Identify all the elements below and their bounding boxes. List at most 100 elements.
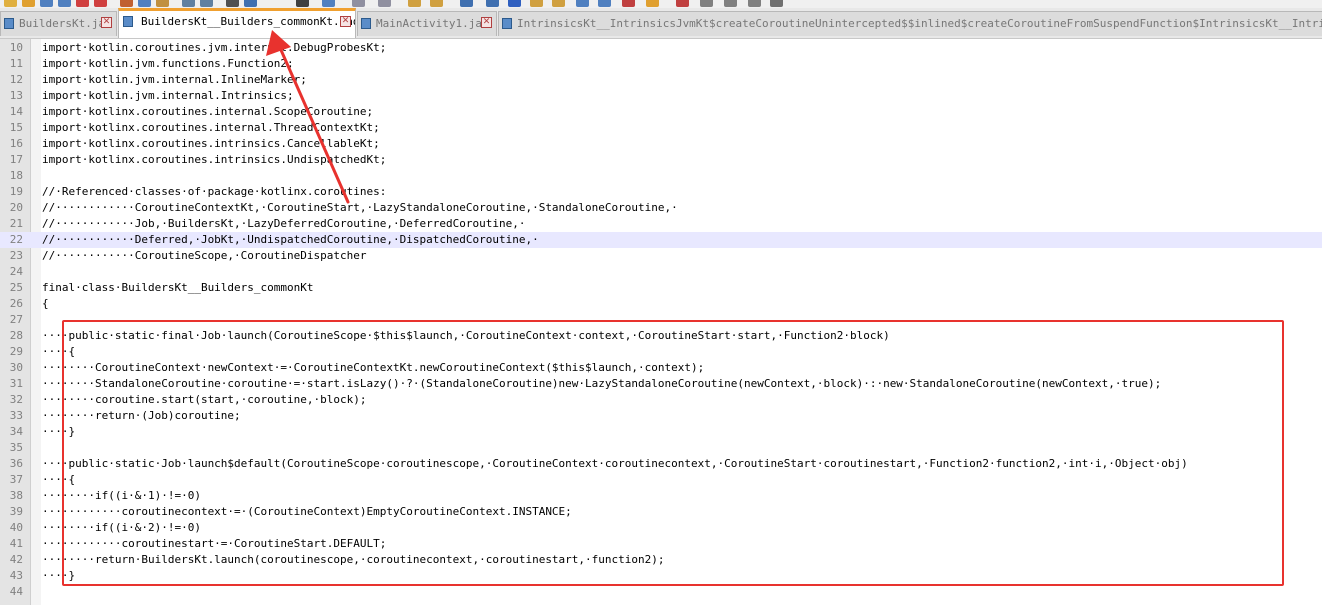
line-number: 43 bbox=[9, 569, 23, 582]
code-text[interactable]: import·kotlin.coroutines.jvm.internal.De… bbox=[42, 40, 386, 56]
code-line[interactable]: 19 //·Referenced·classes·of·package·kotli… bbox=[0, 184, 1322, 200]
code-text[interactable]: //·Referenced·classes·of·package·kotlinx… bbox=[42, 184, 386, 200]
plugin-icon[interactable] bbox=[748, 0, 761, 7]
line-number: 15 bbox=[9, 121, 23, 134]
replace-icon[interactable] bbox=[244, 0, 257, 7]
line-number: 44 bbox=[9, 585, 23, 598]
open-file-icon[interactable] bbox=[22, 0, 35, 7]
code-line[interactable]: 22 //············Deferred,·JobKt,·Undispa… bbox=[0, 232, 1322, 248]
compare-icon[interactable] bbox=[770, 0, 783, 7]
wrap-icon[interactable] bbox=[408, 0, 421, 7]
code-line[interactable]: 13 import·kotlin.jvm.internal.Intrinsics; bbox=[0, 88, 1322, 104]
code-text[interactable]: import·kotlin.jvm.functions.Function2; bbox=[42, 56, 294, 72]
zoom-out-icon[interactable] bbox=[322, 0, 335, 7]
cut-icon[interactable] bbox=[120, 0, 133, 7]
line-number: 42 bbox=[9, 553, 23, 566]
file-icon bbox=[123, 16, 133, 27]
line-number: 38 bbox=[9, 489, 23, 502]
sync-horizontal-icon[interactable] bbox=[378, 0, 391, 7]
code-line[interactable]: 44 bbox=[0, 584, 1322, 600]
folder-workspace-icon[interactable] bbox=[552, 0, 565, 7]
playback-macro-icon[interactable] bbox=[646, 0, 659, 7]
line-number: 33 bbox=[9, 409, 23, 422]
close-icon[interactable]: ✕ bbox=[101, 17, 112, 28]
code-line[interactable]: 23 //············CoroutineScope,·Coroutin… bbox=[0, 248, 1322, 264]
function-list-icon[interactable] bbox=[530, 0, 543, 7]
spell-check-icon[interactable] bbox=[724, 0, 737, 7]
monitoring-icon[interactable] bbox=[576, 0, 589, 7]
doc-map-icon[interactable] bbox=[508, 0, 521, 7]
line-number: 24 bbox=[9, 265, 23, 278]
code-line[interactable]: 17 import·kotlinx.coroutines.intrinsics.U… bbox=[0, 152, 1322, 168]
code-line[interactable]: 10 import·kotlin.coroutines.jvm.internal.… bbox=[0, 40, 1322, 56]
show-all-chars-icon[interactable] bbox=[430, 0, 443, 7]
code-text[interactable]: import·kotlinx.coroutines.intrinsics.Can… bbox=[42, 136, 380, 152]
code-line[interactable]: 12 import·kotlin.jvm.internal.InlineMarke… bbox=[0, 72, 1322, 88]
close-icon[interactable]: ✕ bbox=[481, 17, 492, 28]
copy-icon[interactable] bbox=[138, 0, 151, 7]
line-number: 25 bbox=[9, 281, 23, 294]
code-text[interactable]: //············CoroutineContextKt,·Corout… bbox=[42, 200, 678, 216]
code-line[interactable]: 21 //············Job,·BuildersKt,·LazyDef… bbox=[0, 216, 1322, 232]
toolbar bbox=[0, 0, 1322, 8]
close-file-icon[interactable] bbox=[76, 0, 89, 7]
tab-label: BuildersKt.jad bbox=[19, 17, 112, 30]
run-macro-icon[interactable] bbox=[676, 0, 689, 7]
code-line[interactable]: 26 { bbox=[0, 296, 1322, 312]
code-line[interactable]: 16 import·kotlinx.coroutines.intrinsics.C… bbox=[0, 136, 1322, 152]
line-number: 11 bbox=[9, 57, 23, 70]
tab-builderskt-builders-commonkt[interactable]: BuildersKt__Builders_commonKt.jad ✕ bbox=[118, 8, 356, 38]
paste-icon[interactable] bbox=[156, 0, 169, 7]
redo-icon[interactable] bbox=[200, 0, 213, 7]
code-text[interactable]: { bbox=[42, 296, 49, 312]
code-line[interactable]: 24 bbox=[0, 264, 1322, 280]
zoom-in-icon[interactable] bbox=[296, 0, 309, 7]
code-line[interactable]: 20 //············CoroutineContextKt,·Coro… bbox=[0, 200, 1322, 216]
code-text[interactable]: import·kotlinx.coroutines.internal.Threa… bbox=[42, 120, 380, 136]
code-text[interactable]: import·kotlin.jvm.internal.InlineMarker; bbox=[42, 72, 307, 88]
line-number: 41 bbox=[9, 537, 23, 550]
line-number: 20 bbox=[9, 201, 23, 214]
annotation-highlight-box bbox=[62, 320, 1284, 586]
line-number: 19 bbox=[9, 185, 23, 198]
tab-intrinsicskt[interactable]: IntrinsicsKt__IntrinsicsJvmKt$createCoro… bbox=[498, 11, 1322, 36]
record-macro-icon[interactable] bbox=[598, 0, 611, 7]
line-number: 30 bbox=[9, 361, 23, 374]
new-file-icon[interactable] bbox=[4, 0, 17, 7]
close-all-icon[interactable] bbox=[94, 0, 107, 7]
line-number: 32 bbox=[9, 393, 23, 406]
language-icon[interactable] bbox=[486, 0, 499, 7]
line-number: 14 bbox=[9, 105, 23, 118]
close-icon[interactable]: ✕ bbox=[340, 16, 351, 27]
code-line[interactable]: 25 final·class·BuildersKt__Builders_commo… bbox=[0, 280, 1322, 296]
line-number: 16 bbox=[9, 137, 23, 150]
tab-bar: BuildersKt.jad ✕ BuildersKt__Builders_co… bbox=[0, 8, 1322, 39]
code-text[interactable]: import·kotlin.jvm.internal.Intrinsics; bbox=[42, 88, 294, 104]
code-text[interactable]: //············CoroutineScope,·CoroutineD… bbox=[42, 248, 367, 264]
line-number: 39 bbox=[9, 505, 23, 518]
code-line[interactable]: 18 bbox=[0, 168, 1322, 184]
tab-builderskt[interactable]: BuildersKt.jad ✕ bbox=[0, 11, 117, 36]
tab-label: BuildersKt__Builders_commonKt.jad bbox=[141, 15, 356, 28]
undo-icon[interactable] bbox=[182, 0, 195, 7]
tab-mainactivity1[interactable]: MainActivity1.jad ✕ bbox=[357, 11, 497, 36]
line-number: 37 bbox=[9, 473, 23, 486]
line-number: 22 bbox=[9, 233, 23, 246]
save-macro-icon[interactable] bbox=[700, 0, 713, 7]
find-icon[interactable] bbox=[226, 0, 239, 7]
line-number: 10 bbox=[9, 41, 23, 54]
code-text[interactable]: //············Deferred,·JobKt,·Undispatc… bbox=[42, 232, 539, 248]
tab-label: IntrinsicsKt__IntrinsicsJvmKt$createCoro… bbox=[517, 17, 1322, 30]
code-line[interactable]: 15 import·kotlinx.coroutines.internal.Thr… bbox=[0, 120, 1322, 136]
code-text[interactable]: //············Job,·BuildersKt,·LazyDefer… bbox=[42, 216, 525, 232]
code-text[interactable]: final·class·BuildersKt__Builders_commonK… bbox=[42, 280, 314, 296]
save-icon[interactable] bbox=[40, 0, 53, 7]
code-text[interactable]: import·kotlinx.coroutines.internal.Scope… bbox=[42, 104, 373, 120]
code-line[interactable]: 11 import·kotlin.jvm.functions.Function2; bbox=[0, 56, 1322, 72]
save-all-icon[interactable] bbox=[58, 0, 71, 7]
code-text[interactable]: import·kotlinx.coroutines.intrinsics.Und… bbox=[42, 152, 386, 168]
stop-macro-icon[interactable] bbox=[622, 0, 635, 7]
code-line[interactable]: 14 import·kotlinx.coroutines.internal.Sco… bbox=[0, 104, 1322, 120]
indent-guide-icon[interactable] bbox=[460, 0, 473, 7]
sync-vertical-icon[interactable] bbox=[352, 0, 365, 7]
